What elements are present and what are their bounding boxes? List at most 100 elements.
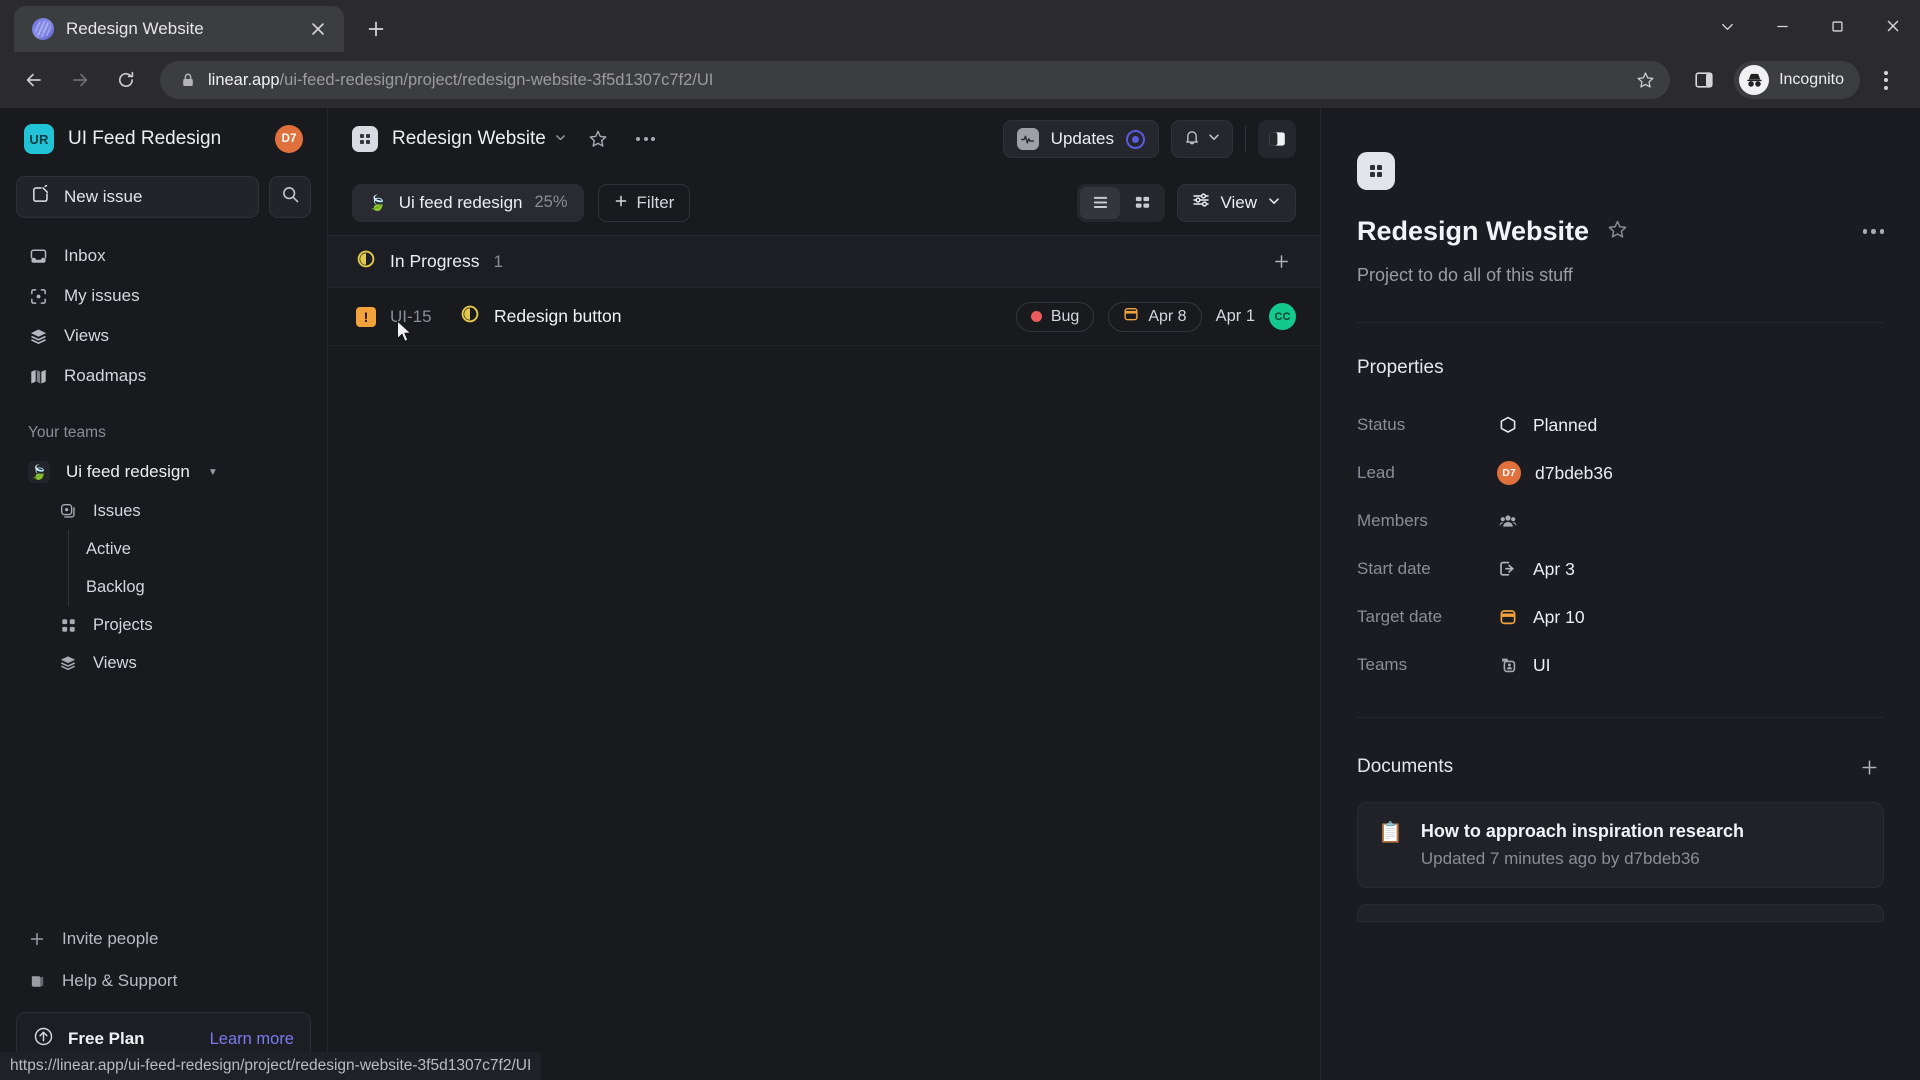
property-key: Target date bbox=[1357, 607, 1443, 626]
target-ring-icon bbox=[1126, 129, 1145, 149]
workspace-name: UI Feed Redesign bbox=[68, 128, 222, 149]
property-members[interactable]: Members bbox=[1357, 497, 1884, 545]
filter-bar: 🍃 Ui feed redesign 25% Filter View bbox=[328, 170, 1320, 236]
side-panel-icon[interactable] bbox=[1684, 60, 1724, 100]
due-date-chip[interactable]: Apr 8 bbox=[1108, 301, 1202, 332]
minimize-icon[interactable] bbox=[1755, 0, 1810, 52]
property-key: Status bbox=[1357, 415, 1406, 434]
forward-arrow-icon[interactable] bbox=[60, 60, 100, 100]
sidebar-team-ui-feed-redesign[interactable]: 🍃 Ui feed redesign ▼ bbox=[16, 452, 311, 492]
browser-tab[interactable]: Redesign Website bbox=[14, 6, 344, 52]
back-arrow-icon[interactable] bbox=[14, 60, 54, 100]
avatar[interactable]: D7 bbox=[275, 125, 303, 153]
team-emoji-icon: 🍃 bbox=[28, 461, 50, 483]
star-icon[interactable] bbox=[581, 122, 615, 156]
view-options-button[interactable]: View bbox=[1177, 183, 1296, 222]
book-icon bbox=[28, 972, 46, 990]
sidebar-item-views[interactable]: Views bbox=[16, 316, 311, 356]
property-key: Members bbox=[1357, 511, 1428, 530]
workspace-header[interactable]: UR UI Feed Redesign D7 bbox=[16, 108, 311, 170]
teams-section-label: Your teams bbox=[28, 424, 106, 441]
divider bbox=[1245, 126, 1246, 152]
property-value: d7bdeb36 bbox=[1535, 462, 1613, 483]
chevron-down-icon[interactable] bbox=[1207, 130, 1221, 149]
sidebar-item-team-views[interactable]: Views bbox=[16, 644, 311, 682]
new-issue-label: New issue bbox=[64, 187, 143, 206]
chevron-down-icon bbox=[1267, 193, 1281, 213]
sidebar-item-active[interactable]: Active bbox=[16, 530, 311, 568]
status-url-text: https://linear.app/ui-feed-redesign/proj… bbox=[10, 1057, 532, 1074]
issues-children: Active Backlog bbox=[16, 530, 311, 606]
sidebar-item-label: Inbox bbox=[64, 246, 106, 265]
reload-icon[interactable] bbox=[106, 60, 146, 100]
issue-title: Redesign button bbox=[494, 306, 622, 326]
sidebar-item-my-issues[interactable]: My issues bbox=[16, 276, 311, 316]
property-lead[interactable]: Lead D7 d7bdeb36 bbox=[1357, 449, 1884, 497]
panel-title-row: Redesign Website bbox=[1357, 216, 1884, 247]
board-view-icon[interactable] bbox=[1122, 187, 1162, 219]
profile-incognito-button[interactable]: Incognito bbox=[1734, 61, 1860, 99]
target-icon bbox=[28, 286, 48, 306]
avatar[interactable]: CC bbox=[1269, 303, 1296, 330]
sidebar-item-label: My issues bbox=[64, 286, 140, 305]
filter-label: Filter bbox=[636, 192, 675, 212]
add-issue-to-group-button[interactable] bbox=[1266, 247, 1296, 277]
sidebar-item-roadmaps[interactable]: Roadmaps bbox=[16, 356, 311, 396]
window-close-icon[interactable] bbox=[1865, 0, 1920, 52]
property-key: Teams bbox=[1357, 655, 1408, 674]
teams-icon bbox=[1497, 654, 1519, 676]
caret-down-icon[interactable]: ▼ bbox=[208, 467, 218, 478]
plus-icon bbox=[28, 930, 46, 948]
urgent-priority-icon[interactable]: ! bbox=[356, 306, 376, 327]
notifications-button[interactable] bbox=[1171, 120, 1233, 158]
team-filter-pill[interactable]: 🍃 Ui feed redesign 25% bbox=[352, 183, 584, 222]
maximize-icon[interactable] bbox=[1810, 0, 1865, 52]
property-teams[interactable]: Teams UI bbox=[1357, 641, 1884, 689]
address-bar[interactable]: linear.app/ui-feed-redesign/project/rede… bbox=[160, 61, 1671, 99]
sidebar-item-projects[interactable]: Projects bbox=[16, 606, 311, 644]
property-target-date[interactable]: Target date Apr 10 bbox=[1357, 593, 1884, 641]
in-progress-icon[interactable] bbox=[460, 304, 480, 329]
browser-status-bar: https://linear.app/ui-feed-redesign/proj… bbox=[0, 1052, 542, 1080]
add-filter-button[interactable]: Filter bbox=[597, 183, 691, 222]
profile-label: Incognito bbox=[1779, 71, 1844, 88]
label-text: Bug bbox=[1050, 307, 1080, 325]
property-start-date[interactable]: Start date Apr 3 bbox=[1357, 545, 1884, 593]
status-badge[interactable]: Bug bbox=[1015, 301, 1095, 332]
more-options-icon[interactable] bbox=[629, 122, 663, 156]
sidebar-item-backlog[interactable]: Backlog bbox=[16, 568, 311, 606]
table-row[interactable]: ! UI-15 Redesign button Bug Apr 8 Apr 1 bbox=[328, 288, 1320, 346]
property-value: Apr 3 bbox=[1533, 558, 1575, 579]
property-value-wrap: Apr 3 bbox=[1497, 558, 1575, 580]
list-item[interactable]: 📋 How to approach inspiration research U… bbox=[1357, 802, 1884, 888]
list-item[interactable] bbox=[1357, 904, 1884, 922]
learn-more-link[interactable]: Learn more bbox=[210, 1030, 294, 1049]
list-view-icon[interactable] bbox=[1080, 186, 1121, 219]
add-document-button[interactable] bbox=[1854, 752, 1884, 782]
help-support-button[interactable]: Help & Support bbox=[16, 960, 311, 1002]
new-issue-button[interactable]: New issue bbox=[16, 176, 259, 218]
close-icon[interactable] bbox=[304, 15, 332, 43]
sidebar-item-inbox[interactable]: Inbox bbox=[16, 236, 311, 276]
updates-button[interactable]: Updates bbox=[1002, 120, 1159, 158]
invite-people-button[interactable]: Invite people bbox=[16, 918, 311, 960]
search-button[interactable] bbox=[269, 176, 311, 218]
star-icon[interactable] bbox=[1607, 219, 1628, 245]
chevron-down-icon[interactable] bbox=[1700, 0, 1755, 52]
sidebar-item-label: Roadmaps bbox=[64, 366, 147, 385]
project-grid-icon[interactable] bbox=[1357, 152, 1395, 190]
properties-section: Properties Status Planned Lead D7 d7bdeb… bbox=[1321, 323, 1920, 718]
layers-icon bbox=[59, 654, 77, 672]
three-dot-menu-icon[interactable] bbox=[1866, 60, 1906, 100]
property-status[interactable]: Status Planned bbox=[1357, 401, 1884, 449]
new-tab-button[interactable] bbox=[358, 11, 394, 47]
property-key: Start date bbox=[1357, 559, 1431, 578]
sidebar-item-issues[interactable]: Issues bbox=[16, 492, 311, 530]
chevron-down-icon[interactable] bbox=[554, 131, 567, 147]
star-icon[interactable] bbox=[1630, 65, 1660, 95]
document-subtitle: Updated 7 minutes ago by d7bdeb36 bbox=[1420, 849, 1700, 868]
right-panel-toggle-icon[interactable] bbox=[1258, 120, 1296, 158]
documents-section: Documents 📋 How to approach inspiration … bbox=[1321, 718, 1920, 922]
more-options-icon[interactable] bbox=[1862, 229, 1884, 234]
property-value-wrap: Apr 10 bbox=[1497, 606, 1585, 628]
